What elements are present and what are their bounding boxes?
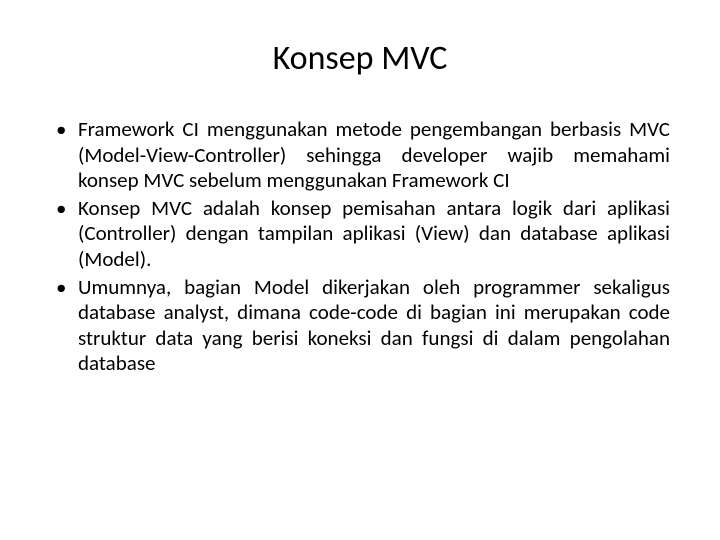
bullet-item: Konsep MVC adalah konsep pemisahan antar… [50,196,670,273]
slide-title: Konsep MVC [50,38,670,79]
bullet-list: Framework CI menggunakan metode pengemba… [50,117,670,377]
bullet-item: Umumnya, bagian Model dikerjakan oleh pr… [50,275,670,377]
bullet-item: Framework CI menggunakan metode pengemba… [50,117,670,194]
